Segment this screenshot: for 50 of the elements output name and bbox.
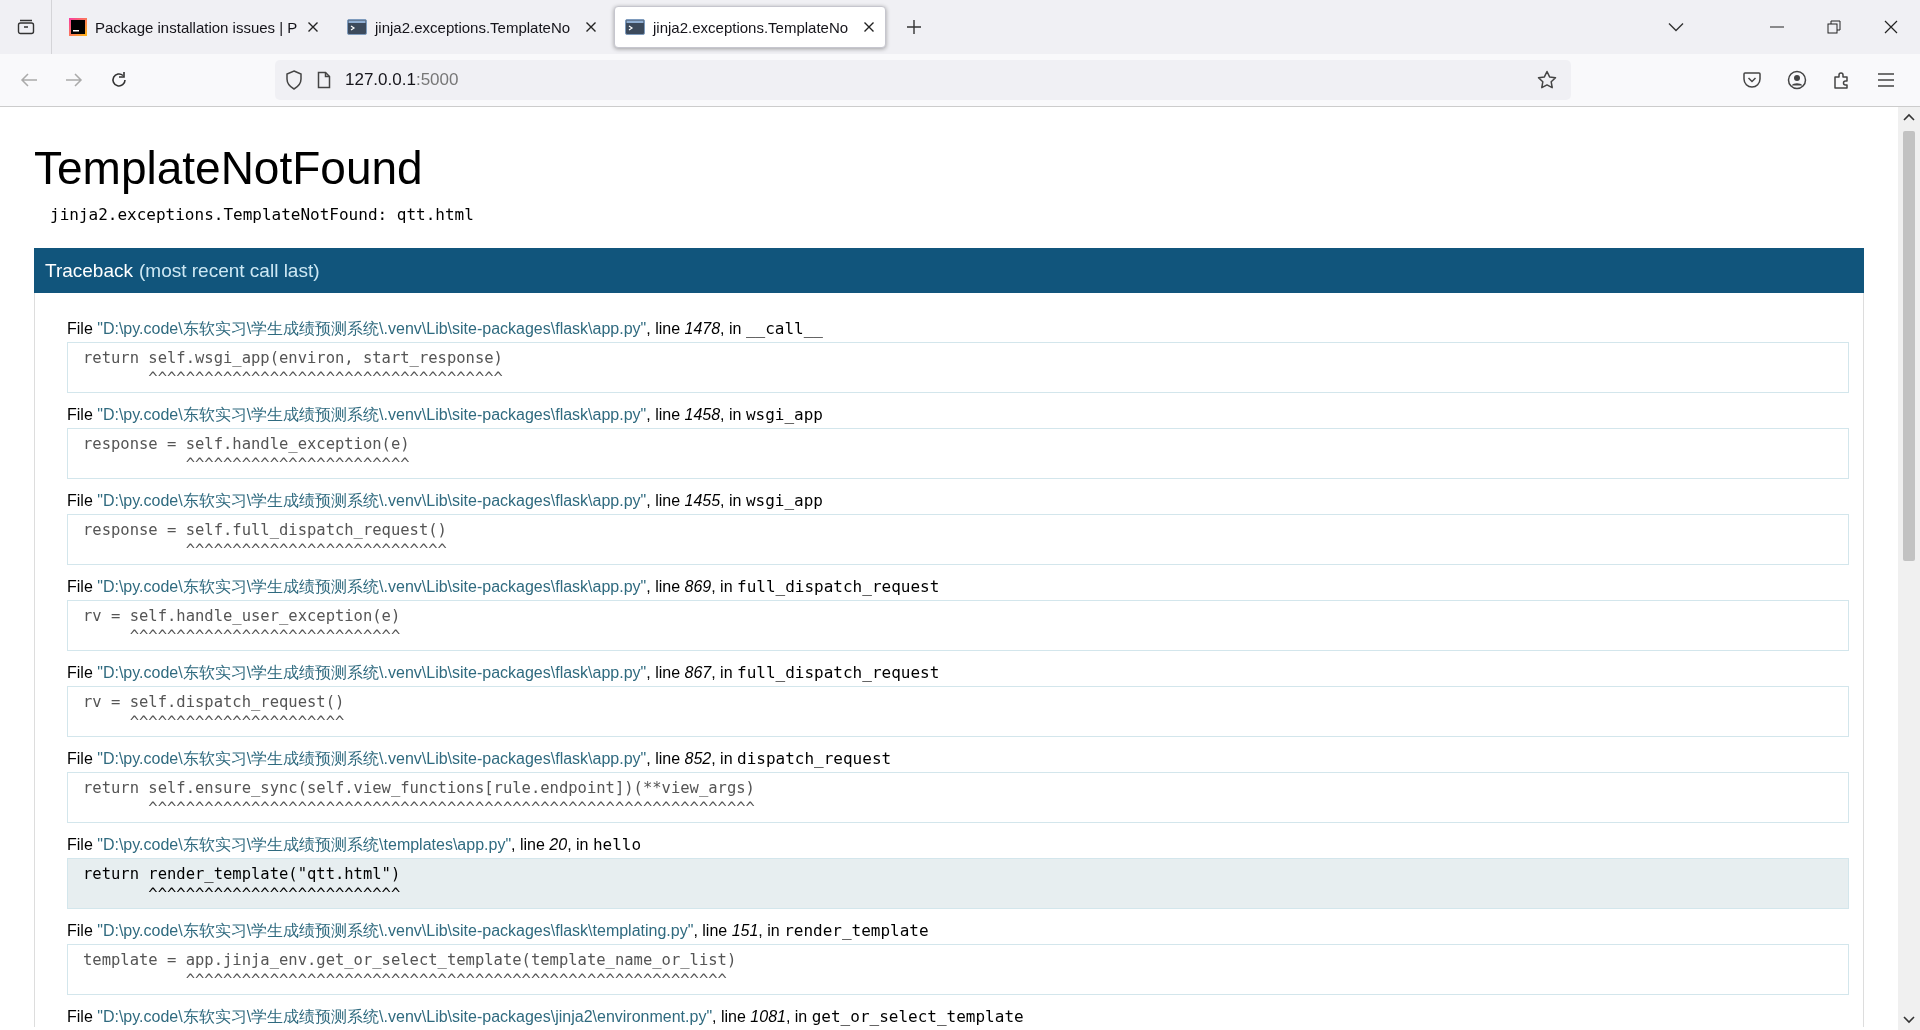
exception-message: jinja2.exceptions.TemplateNotFound: qtt.html	[50, 205, 475, 225]
tab-list-icon	[16, 19, 35, 35]
frame-location: File "D:\py.code\东软实习\学生成绩预测系统\.venv\Lib\site-packages\flask\app.py", line 867, in full_dispatch_request	[67, 663, 941, 684]
scrollbar-thumb[interactable]	[1903, 131, 1915, 561]
terminal-icon	[625, 19, 645, 35]
frame-location: File "D:\py.code\东软实习\学生成绩预测系统\templates\app.py", line 20, in hello	[67, 835, 643, 856]
new-tab-icon[interactable]	[906, 19, 922, 35]
traceback-title: Traceback	[45, 259, 133, 282]
scroll-down-icon[interactable]	[1903, 1016, 1915, 1024]
shield-icon[interactable]	[285, 70, 303, 90]
frame-location: File "D:\py.code\东软实习\学生成绩预测系统\.venv\Lib\site-packages\jinja2\environment.py", line 1081, in get_or_select_template	[67, 1007, 1025, 1028]
terminal-icon	[347, 19, 367, 35]
frame-location: File "D:\py.code\东软实习\学生成绩预测系统\.venv\Lib\site-packages\flask\app.py", line 869, in full_dispatch_request	[67, 577, 941, 598]
frame-location: File "D:\py.code\东软实习\学生成绩预测系统\.venv\Lib\site-packages\flask\app.py", line 852, in dispatch_request	[67, 749, 893, 770]
browser-tab[interactable]: jinja2.exceptions.TemplateNo	[336, 6, 608, 48]
tab-title: jinja2.exceptions.TemplateNo	[375, 18, 572, 36]
close-icon[interactable]	[1884, 20, 1898, 34]
source-code: return self.wsgi_app(environ, start_response) ^^^^^^^^^^^^^^^^^^^^^^^^^^^^^^^^^^^^^^	[67, 342, 1849, 394]
frame-location: File "D:\py.code\东软实习\学生成绩预测系统\.venv\Lib\site-packages\flask\templating.py", line 151, in render_template	[67, 921, 930, 942]
scrollbar[interactable]	[1898, 107, 1920, 1030]
frame-location: File "D:\py.code\东软实习\学生成绩预测系统\.venv\Lib\site-packages\flask\app.py", line 1478, in __call__	[67, 319, 824, 340]
scroll-up-icon[interactable]	[1903, 113, 1915, 121]
tab-title: Package installation issues | P	[95, 18, 299, 36]
traceback-note: (most recent call last)	[139, 259, 320, 282]
reload-icon[interactable]	[110, 71, 128, 89]
source-code: rv = self.dispatch_request() ^^^^^^^^^^^^^^^^^^^^^^^	[67, 686, 1849, 738]
page-icon	[317, 71, 331, 89]
tab-title: jinja2.exceptions.TemplateNo	[653, 18, 850, 36]
close-icon[interactable]	[863, 21, 875, 33]
source-code: template = app.jinja_env.get_or_select_template(template_name_or_list) ^^^^^^^^^^^^^^^^^^^^^^^^^^^^^^^^^^^^^^^^^^^^^^^^^^^^^^^^^^	[67, 944, 1849, 996]
error-title: TemplateNotFound	[34, 141, 424, 196]
close-icon[interactable]	[307, 21, 319, 33]
source-code: return self.ensure_sync(self.view_functions[rule.endpoint])(**view_args) ^^^^^^^^^^^^^^^^^^^^^^^^^^^^^^^^^^^^^^^^^^^^^^^^^^^^^^^^^^^^^^^^^	[67, 772, 1849, 824]
close-icon[interactable]	[585, 21, 597, 33]
star-icon[interactable]	[1537, 70, 1557, 90]
menu-icon[interactable]	[1877, 72, 1895, 88]
app-logo-icon	[69, 18, 87, 36]
frame-location: File "D:\py.code\东软实习\学生成绩预测系统\.venv\Lib\site-packages\flask\app.py", line 1458, in wsgi_app	[67, 405, 824, 426]
source-code: rv = self.handle_user_exception(e) ^^^^^^^^^^^^^^^^^^^^^^^^^^^^^	[67, 600, 1849, 652]
account-icon[interactable]	[1787, 70, 1807, 90]
source-code: return render_template("qtt.html") ^^^^^^^^^^^^^^^^^^^^^^^^^^^	[67, 858, 1849, 910]
browser-tab[interactable]: jinja2.exceptions.TemplateNo	[614, 6, 886, 48]
frame-location: File "D:\py.code\东软实习\学生成绩预测系统\.venv\Lib\site-packages\flask\app.py", line 1455, in wsgi_app	[67, 491, 824, 512]
chevron-down-icon[interactable]	[1668, 22, 1684, 32]
source-code: response = self.full_dispatch_request() ^^^^^^^^^^^^^^^^^^^^^^^^^^^^	[67, 514, 1849, 566]
source-code: response = self.handle_exception(e) ^^^^^^^^^^^^^^^^^^^^^^^^	[67, 428, 1849, 480]
browser-tab[interactable]: Package installation issues | P	[58, 6, 330, 48]
address-field[interactable]: 127.0.0.1:5000	[275, 60, 1571, 100]
pocket-icon[interactable]	[1742, 70, 1762, 90]
restore-icon[interactable]	[1827, 20, 1841, 34]
